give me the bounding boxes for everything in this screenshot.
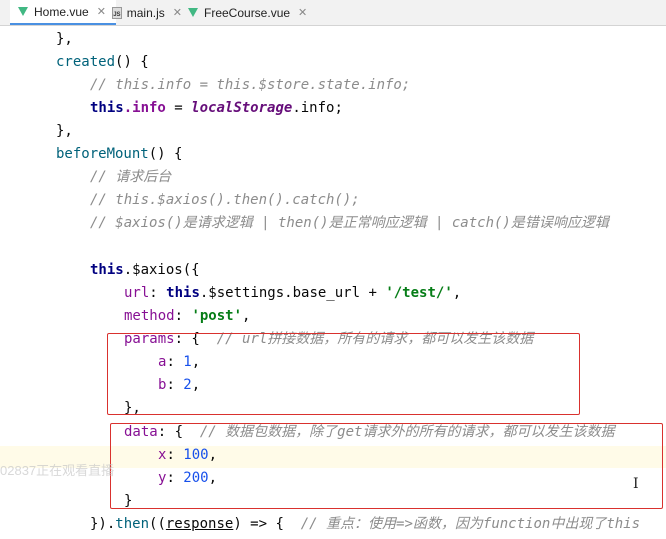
code-line: this.info = localStorage.info; bbox=[90, 100, 343, 116]
code-line: beforeMount() { bbox=[56, 146, 183, 162]
editor-tab-bar: Home.vue ✕ JS main.js ✕ FreeCourse.vue ✕ bbox=[0, 0, 666, 26]
code-line: created() { bbox=[56, 54, 149, 70]
close-icon[interactable]: ✕ bbox=[298, 6, 307, 19]
vue-icon bbox=[18, 7, 28, 16]
tab-label: Home.vue bbox=[34, 4, 89, 19]
close-icon[interactable]: ✕ bbox=[173, 6, 182, 19]
live-watermark: 02837正在观看直播 bbox=[0, 463, 115, 478]
close-icon[interactable]: ✕ bbox=[97, 5, 106, 18]
params-annotation-box bbox=[107, 333, 580, 415]
code-line: method: 'post', bbox=[124, 308, 251, 324]
code-comment: // 请求后台 bbox=[90, 169, 172, 185]
code-comment: // this.$axios().then().catch(); bbox=[90, 192, 360, 208]
code-comment: // $axios()是请求逻辑 | then()是正常响应逻辑 | catch… bbox=[90, 215, 609, 231]
code-line: this.$axios({ bbox=[90, 262, 200, 278]
vue-icon bbox=[188, 8, 198, 17]
code-line: }).then((response) => { // 重点：使用=>函数，因为f… bbox=[90, 516, 641, 532]
text-cursor-icon: I bbox=[633, 476, 639, 492]
code-comment: // this.info = this.$store.state.info; bbox=[90, 77, 411, 93]
code-line: }, bbox=[56, 31, 73, 47]
js-file-icon: JS bbox=[112, 6, 122, 19]
tab-label: FreeCourse.vue bbox=[204, 5, 291, 20]
tab-label: main.js bbox=[126, 5, 165, 20]
code-line: }, bbox=[56, 123, 73, 139]
code-line: url: this.$settings.base_url + '/test/', bbox=[124, 285, 462, 301]
tab-freecourse-vue[interactable]: FreeCourse.vue ✕ bbox=[188, 0, 313, 25]
data-annotation-box bbox=[110, 423, 663, 509]
tab-main-js[interactable]: JS main.js ✕ bbox=[112, 0, 182, 25]
tab-home-vue[interactable]: Home.vue ✕ bbox=[10, 0, 116, 25]
